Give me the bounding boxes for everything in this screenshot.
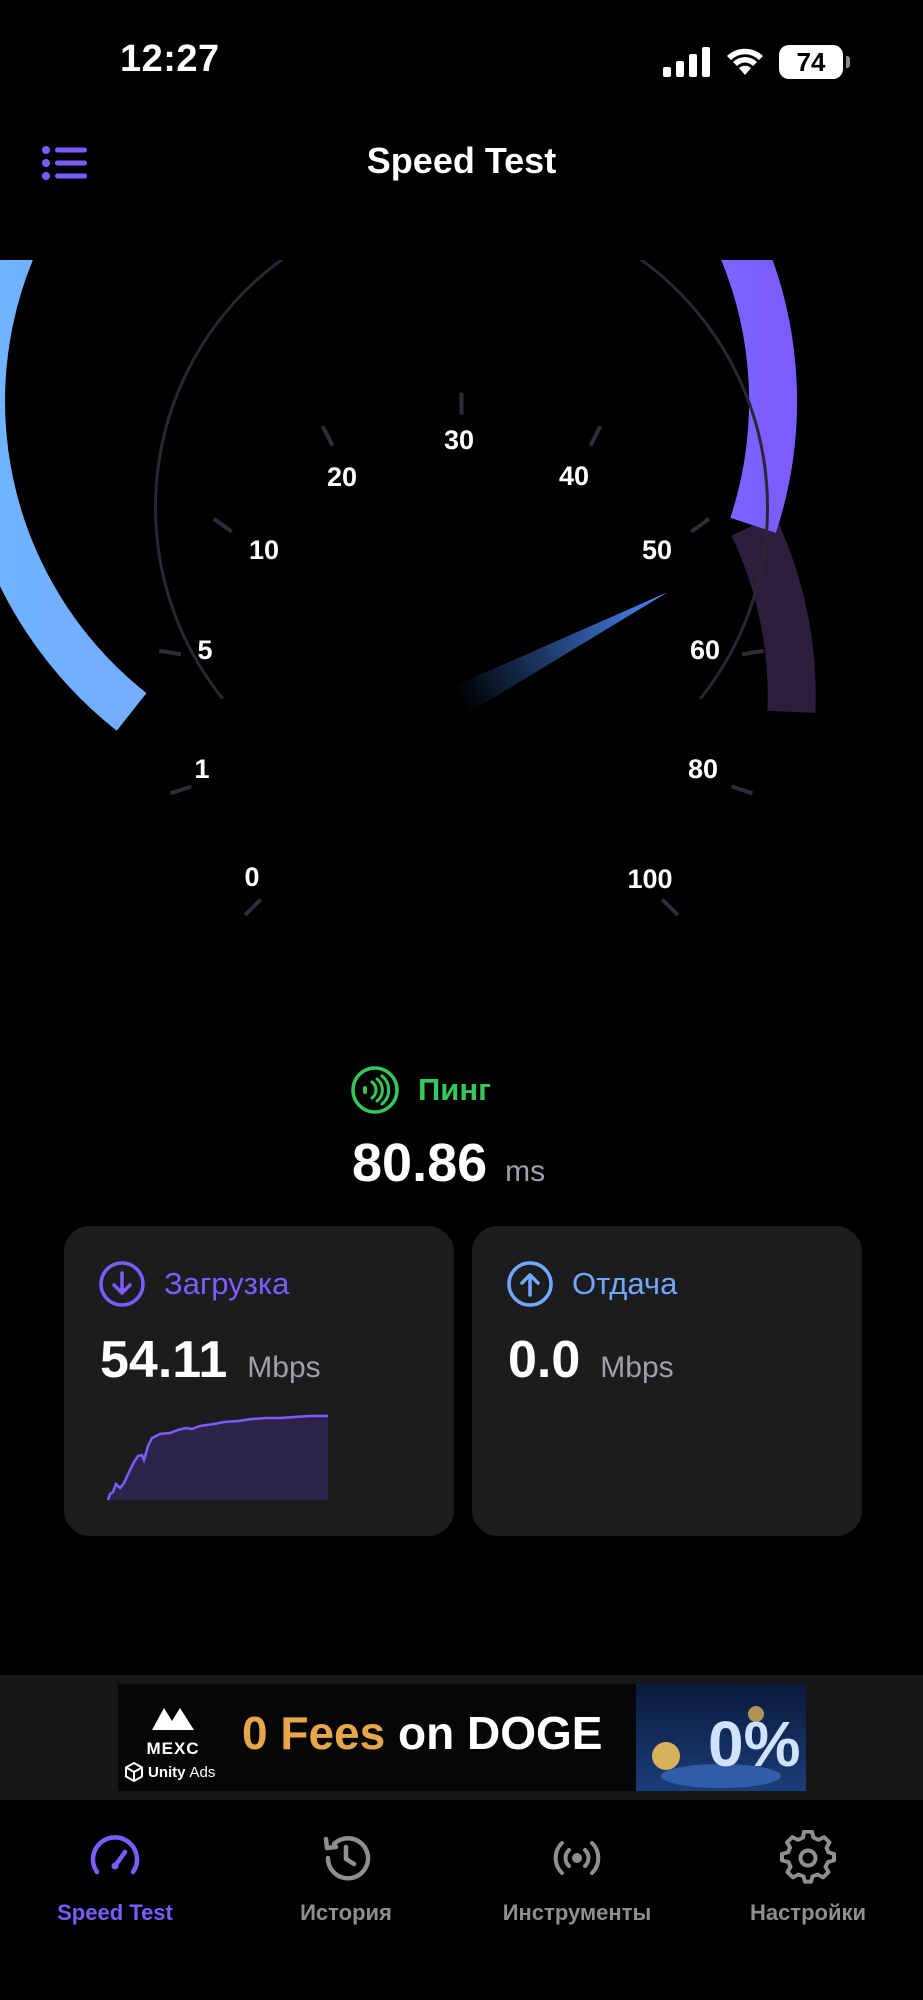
scale-label: 80: [688, 754, 718, 784]
scale-label: 1: [194, 754, 209, 784]
gauge-scale-labels: 0 1 5 10 20 30 40 50 60 80 100: [194, 425, 720, 894]
mexc-logo-icon: [152, 1708, 194, 1730]
download-arrow-icon: [99, 1261, 145, 1307]
scale-label: 20: [327, 462, 357, 492]
ad-strip: MEXC Unity Ads 0 Fees on DOGE 0%: [0, 1675, 923, 1800]
battery-level: 74: [796, 46, 826, 77]
gauge-tick: [320, 425, 335, 447]
ad-badge: 0%: [708, 1708, 801, 1780]
gauge-track-remaining: [731, 514, 816, 713]
tab-label: Speed Test: [57, 1900, 173, 1925]
gauge-progress-arc: [0, 260, 798, 731]
download-sparkline: [106, 1414, 328, 1501]
gauge-tick: [243, 898, 263, 917]
tab-label: Инструменты: [502, 1900, 652, 1925]
upload-value: 0.0: [508, 1331, 581, 1389]
ad-network-label: Unity Ads: [124, 1762, 215, 1782]
gauge-tick: [730, 784, 754, 796]
scale-label: 100: [627, 864, 672, 894]
ad-banner[interactable]: MEXC Unity Ads 0 Fees on DOGE 0%: [118, 1684, 806, 1791]
ad-headline: 0 Fees on DOGE: [242, 1706, 602, 1760]
upload-unit: Mbps: [600, 1351, 674, 1384]
scale-label: 10: [249, 535, 279, 565]
settings-icon: [780, 1830, 836, 1884]
ad-headline-rest: on DOGE: [385, 1707, 603, 1759]
download-card: Загрузка 54.11 Mbps: [64, 1226, 454, 1536]
page-title: Speed Test: [366, 140, 557, 181]
app-header: Speed Test: [0, 130, 923, 200]
gauge-tick: [169, 784, 193, 796]
ping-section: Пинг 80.86 ms: [0, 1065, 923, 1205]
gauge-tick: [660, 898, 680, 917]
scale-label: 40: [559, 461, 589, 491]
scale-label: 50: [642, 535, 672, 565]
tab-settings[interactable]: Настройки: [693, 1830, 923, 1926]
ping-unit: ms: [505, 1155, 546, 1188]
history-icon: [323, 1836, 371, 1881]
ad-headline-highlight: 0 Fees: [242, 1707, 386, 1759]
gauge-tick: [158, 648, 182, 657]
gauge-tick: [741, 648, 765, 657]
status-time: 12:27: [120, 38, 220, 80]
status-bar: 12:27 74: [0, 0, 923, 120]
ping-label: Пинг: [418, 1072, 491, 1107]
ad-network-unity: Unity: [148, 1763, 186, 1781]
gauge-tick: [212, 517, 233, 534]
ad-coin-graphic: 0%: [636, 1684, 806, 1791]
ping-value: 80.86: [352, 1133, 488, 1193]
ad-brand-logo: MEXC: [138, 1704, 208, 1759]
download-unit: Mbps: [247, 1351, 321, 1384]
tab-history[interactable]: История: [231, 1830, 461, 1926]
tab-label: Настройки: [749, 1900, 867, 1925]
status-icons: 74: [663, 42, 850, 82]
gauge-needle: [450, 592, 668, 712]
upload-label: Отдача: [572, 1266, 678, 1301]
speedometer-icon: [90, 1835, 140, 1875]
tab-bar: Speed Test История Инструменты Настройки: [0, 1800, 923, 2000]
ping-signal-icon: [351, 1066, 399, 1114]
download-label: Загрузка: [164, 1266, 290, 1301]
gauge-tick: [588, 425, 603, 447]
upload-card: Отдача 0.0 Mbps: [472, 1226, 862, 1536]
tab-speed-test[interactable]: Speed Test: [0, 1830, 230, 1926]
scale-label: 30: [444, 425, 474, 455]
download-value: 54.11: [100, 1331, 228, 1389]
battery-indicator: 74: [779, 45, 850, 79]
upload-arrow-icon: [507, 1261, 553, 1307]
gauge-inner-ring: [154, 260, 769, 700]
wifi-icon: [727, 48, 763, 75]
tools-icon: [553, 1841, 601, 1875]
gauge-ticks: [158, 392, 765, 917]
scale-label: 60: [690, 635, 720, 665]
scale-label: 5: [197, 635, 212, 665]
ad-network-ads: Ads: [189, 1763, 216, 1781]
scale-label: 0: [244, 862, 259, 892]
tab-label: История: [300, 1900, 392, 1925]
speed-gauge: 0 1 5 10 20 30 40 50 60 80 100: [0, 260, 816, 917]
ad-brand-name: MEXC: [146, 1739, 200, 1758]
gauge-tick: [690, 517, 711, 534]
unity-logo-icon: [125, 1762, 143, 1782]
cellular-signal-icon: [663, 47, 710, 77]
tab-tools[interactable]: Инструменты: [462, 1830, 692, 1926]
